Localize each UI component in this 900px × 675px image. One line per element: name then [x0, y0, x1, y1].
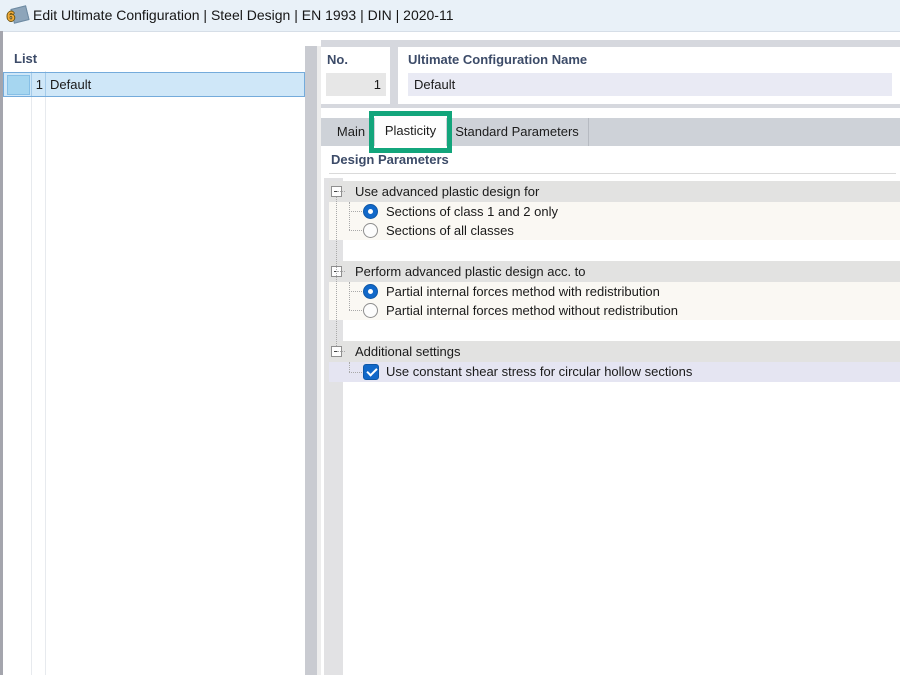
option-label: Sections of class 1 and 2 only — [386, 204, 558, 219]
tree-line — [349, 211, 362, 212]
list-column-divider — [45, 71, 46, 675]
configuration-name-input[interactable]: Default — [408, 73, 892, 96]
tree-gutter — [324, 178, 343, 675]
tree-line — [337, 191, 345, 192]
configuration-name-label: Ultimate Configuration Name — [408, 52, 588, 67]
list-color-swatch — [7, 75, 30, 95]
radio-sections-class-1-2-only[interactable] — [363, 204, 378, 219]
list-row-name: Default — [50, 77, 92, 92]
design-parameters-title: Design Parameters — [331, 152, 449, 167]
option-row[interactable]: Sections of all classes — [329, 221, 900, 240]
radio-with-redistribution[interactable] — [363, 284, 378, 299]
option-label: Partial internal forces method with redi… — [386, 284, 660, 299]
tab-main[interactable]: Main — [327, 118, 375, 146]
group-header-additional-settings: Additional settings — [329, 341, 900, 362]
tree-line — [349, 362, 350, 372]
tab-standard-parameters[interactable]: Standard Parameters — [446, 118, 589, 146]
option-row[interactable]: Partial internal forces method with redi… — [329, 282, 900, 301]
radio-sections-all-classes[interactable] — [363, 223, 378, 238]
group-label: Perform advanced plastic design acc. to — [355, 264, 586, 279]
tree-line — [349, 310, 362, 311]
checkbox-constant-shear-stress[interactable] — [363, 364, 379, 380]
section-divider — [329, 173, 896, 174]
group-label: Use advanced plastic design for — [355, 184, 540, 199]
tree-line — [349, 372, 362, 373]
option-label: Use constant shear stress for circular h… — [386, 364, 693, 379]
list-row-number: 1 — [35, 77, 43, 92]
list-scrollbar[interactable] — [305, 46, 317, 675]
list-row-default[interactable]: 1 Default — [3, 72, 305, 97]
tree-line — [337, 351, 345, 352]
annotation-highlight-plasticity — [369, 111, 452, 153]
option-row[interactable]: Sections of class 1 and 2 only — [329, 202, 900, 221]
tree-line — [349, 230, 362, 231]
name-card: Ultimate Configuration Name Default — [398, 47, 900, 104]
plasticity-tab-content: Design Parameters Use advanced plastic d… — [321, 146, 900, 675]
radio-without-redistribution[interactable] — [363, 303, 378, 318]
group-header-advanced-plastic-design: Use advanced plastic design for — [329, 181, 900, 202]
title-bar: 6 Edit Ultimate Configuration | Steel De… — [0, 0, 900, 32]
row-divider — [45, 73, 46, 96]
icon-number: 6 — [7, 8, 15, 24]
tree-line — [349, 202, 350, 230]
tree-line — [349, 291, 362, 292]
option-row[interactable]: Use constant shear stress for circular h… — [329, 362, 900, 382]
group-label: Additional settings — [355, 344, 461, 359]
window-left-border — [0, 31, 3, 675]
tree-line — [349, 282, 350, 310]
steel-design-module-icon: 6 — [7, 5, 30, 26]
tree-line — [337, 271, 345, 272]
window-title: Edit Ultimate Configuration | Steel Desi… — [33, 7, 454, 23]
number-card: No. 1 — [321, 47, 390, 104]
option-row[interactable]: Partial internal forces method without r… — [329, 301, 900, 320]
group-header-plastic-design-acc-to: Perform advanced plastic design acc. to — [329, 261, 900, 282]
list-column-divider — [31, 71, 32, 675]
list-panel-title: List — [14, 51, 38, 66]
no-label: No. — [327, 52, 348, 67]
no-input[interactable]: 1 — [326, 73, 386, 96]
option-label: Partial internal forces method without r… — [386, 303, 678, 318]
option-label: Sections of all classes — [386, 223, 514, 238]
